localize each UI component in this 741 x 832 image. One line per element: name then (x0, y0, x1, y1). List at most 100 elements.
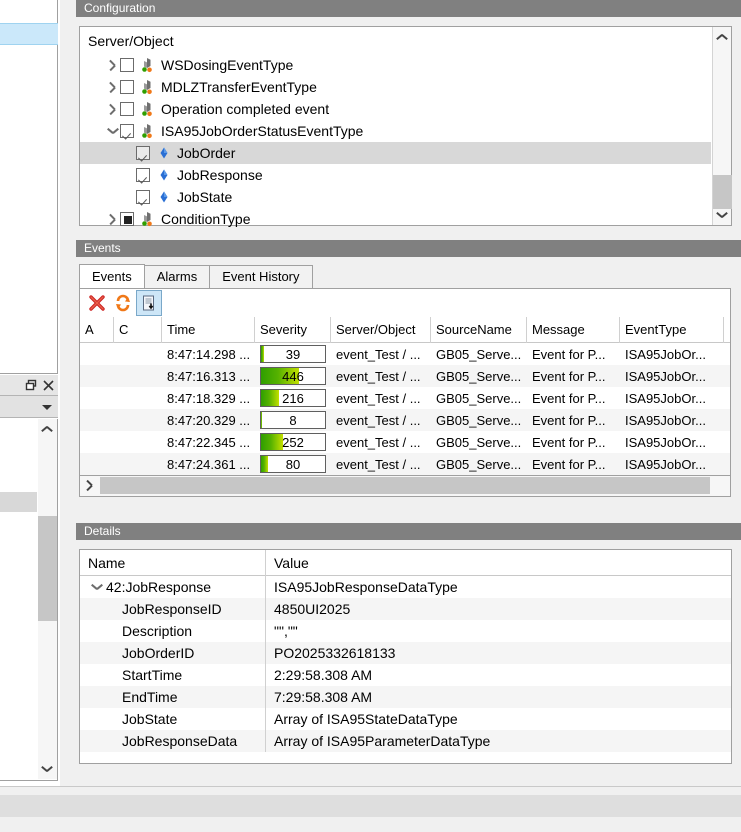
events-table-header: A C Time Severity Server/Object SourceName Mes… (80, 316, 730, 343)
events-column-header[interactable]: A (80, 316, 114, 343)
events-tabstrip[interactable]: Events Alarms Event History (79, 264, 731, 289)
event-type-icon (142, 58, 152, 73)
configuration-tree-scrollbar[interactable] (712, 27, 732, 225)
details-value-cell: Array of ISA95ParameterDataType (274, 733, 491, 749)
events-column-header[interactable]: EventType (620, 316, 724, 343)
tree-node-operation-completed-event[interactable]: Operation completed event (80, 98, 711, 120)
chevron-right-icon[interactable] (104, 101, 120, 117)
tree-node-jobresponse[interactable]: JobResponse (80, 164, 711, 186)
severity-bar: 80 (260, 455, 326, 473)
left-docked-strip (0, 0, 60, 832)
tree-checkbox[interactable] (120, 102, 134, 116)
clear-events-button[interactable] (84, 290, 110, 316)
details-table-row[interactable]: JobResponseID 4850UI2025 (80, 598, 731, 620)
cell-event-type: ISA95JobOr... (625, 346, 706, 362)
float-window-icon[interactable] (25, 379, 38, 392)
details-table-row[interactable]: JobOrderID PO2025332618133 (80, 642, 731, 664)
events-column-header[interactable]: Time (162, 316, 255, 343)
events-table[interactable]: A C Time Severity Server/Object SourceName Mes… (79, 316, 731, 476)
status-bar (0, 786, 741, 832)
tree-checkbox[interactable] (120, 212, 134, 226)
details-name-label: 42:JobResponse (106, 579, 212, 595)
events-table-row[interactable]: 8:47:18.329 ... 216 event_Test / ... GB05_S… (80, 387, 730, 409)
details-name-cell: StartTime (80, 664, 266, 686)
tree-checkbox[interactable] (120, 124, 134, 138)
events-table-row[interactable]: 8:47:22.345 ... 252 event_Test / ... GB05_S… (80, 431, 730, 453)
left-upper-list[interactable] (0, 0, 58, 374)
events-column-header[interactable]: SourceName (431, 316, 527, 343)
events-table-row[interactable]: 8:47:20.329 ... 8 event_Test / ... GB05_Ser… (80, 409, 730, 431)
tree-node-wsdosingeventtype[interactable]: WSDosingEventType (80, 54, 711, 76)
details-table-row[interactable]: JobResponseData Array of ISA95ParameterDa… (80, 730, 731, 752)
chevron-right-icon[interactable] (104, 57, 120, 73)
details-name-cell: JobOrderID (80, 642, 266, 664)
tree-checkbox[interactable] (120, 58, 134, 72)
left-panel-dropdown[interactable] (0, 396, 58, 418)
events-column-header[interactable]: Server/Object (331, 316, 431, 343)
scroll-up-icon[interactable] (38, 419, 57, 438)
tree-checkbox[interactable] (136, 168, 150, 182)
events-column-header[interactable]: Message (527, 316, 620, 343)
close-icon[interactable] (42, 379, 55, 392)
tab-event-history[interactable]: Event History (209, 265, 313, 288)
tree-checkbox[interactable] (136, 190, 150, 204)
chevron-down-icon[interactable] (88, 579, 104, 595)
details-column-name: Name (80, 549, 266, 576)
chevron-right-icon[interactable] (104, 79, 120, 95)
property-diamond-icon (156, 167, 172, 183)
details-name-label: EndTime (122, 689, 178, 705)
cell-severity: 216 (255, 389, 331, 407)
left-lower-selected-row[interactable] (0, 492, 37, 512)
scrollbar-thumb[interactable] (100, 477, 710, 494)
chevron-down-icon[interactable] (104, 123, 120, 139)
details-value-cell: "","" (274, 623, 298, 639)
left-lower-scrollbar[interactable] (38, 419, 57, 779)
left-list-selected-row[interactable] (0, 23, 58, 45)
details-table-row[interactable]: StartTime 2:29:58.308 AM (80, 664, 731, 686)
property-diamond-icon (156, 145, 172, 161)
details-value-cell: ISA95JobResponseDataType (274, 579, 458, 595)
scroll-up-icon[interactable] (713, 27, 732, 46)
cell-message: Event for P... (532, 456, 606, 472)
details-name-cell: JobState (80, 708, 266, 730)
auto-scroll-button[interactable] (136, 290, 162, 316)
events-column-header[interactable]: Severity (255, 316, 331, 343)
details-table-row[interactable]: EndTime 7:29:58.308 AM (80, 686, 731, 708)
details-table-body[interactable]: 42:JobResponse ISA95JobResponseDataType Jo… (80, 576, 731, 752)
details-name-cell: Description (80, 620, 266, 642)
tree-checkbox[interactable] (136, 146, 150, 160)
main-content-column: Configuration Server/Object WSDosingEven… (60, 0, 741, 832)
chevron-right-icon[interactable] (104, 211, 120, 227)
scroll-down-icon[interactable] (713, 206, 732, 225)
tree-node-mdlztransfereventtype[interactable]: MDLZTransferEventType (80, 76, 711, 98)
events-table-row[interactable]: 8:47:16.313 ... 446 event_Test / ... GB05_S… (80, 365, 730, 387)
cell-severity: 8 (255, 411, 331, 429)
configuration-tree[interactable]: WSDosingEventType MDLZTransferEventType Op… (80, 54, 711, 230)
events-table-row[interactable]: 8:47:14.298 ... 39 event_Test / ... GB05_Se… (80, 343, 730, 365)
left-lower-list[interactable] (0, 419, 58, 781)
details-table-row[interactable]: Description "","" (80, 620, 731, 642)
tree-node-jobstate[interactable]: JobState (80, 186, 711, 208)
red-x-icon (89, 295, 105, 311)
tree-node-isa95joborderstatuseventtype[interactable]: ISA95JobOrderStatusEventType (80, 120, 711, 142)
details-table-row[interactable]: JobState Array of ISA95StateDataType (80, 708, 731, 730)
scrollbar-thumb[interactable] (713, 175, 732, 209)
cell-message: Event for P... (532, 412, 606, 428)
events-horizontal-scrollbar[interactable] (79, 476, 731, 497)
events-column-header[interactable]: C (114, 316, 162, 343)
tab-alarms[interactable]: Alarms (143, 265, 211, 288)
scroll-down-icon[interactable] (38, 760, 57, 779)
tree-node-label: Operation completed event (161, 101, 330, 117)
tab-events[interactable]: Events (79, 264, 145, 288)
details-table-row[interactable]: 42:JobResponse ISA95JobResponseDataType (80, 576, 731, 598)
refresh-button[interactable] (110, 290, 136, 316)
tree-checkbox[interactable] (120, 80, 134, 94)
property-diamond-icon (160, 169, 168, 181)
tree-node-conditiontype[interactable]: ConditionType (80, 208, 711, 230)
details-name-cell: EndTime (80, 686, 266, 708)
events-table-body[interactable]: 8:47:14.298 ... 39 event_Test / ... GB05_Se… (80, 343, 730, 475)
tree-node-joborder[interactable]: JobOrder (80, 142, 711, 164)
scrollbar-thumb[interactable] (38, 516, 57, 621)
events-table-row[interactable]: 8:47:24.361 ... 80 event_Test / ... GB05_Se… (80, 453, 730, 475)
scroll-left-icon[interactable] (80, 476, 99, 495)
